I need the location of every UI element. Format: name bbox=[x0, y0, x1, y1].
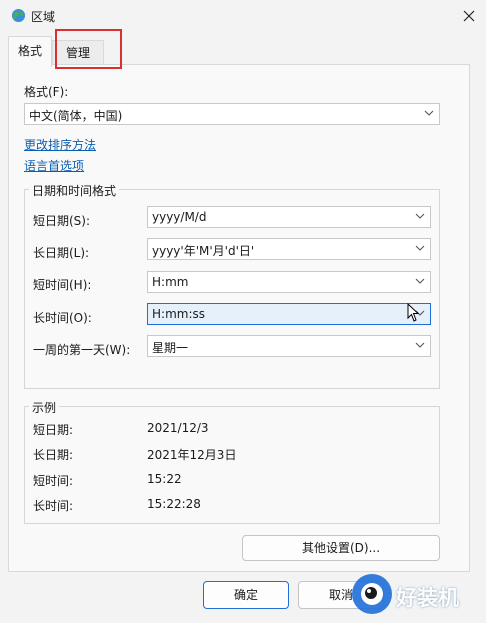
chevron-down-icon bbox=[415, 278, 425, 284]
example-long-time-value: 15:22:28 bbox=[147, 497, 201, 511]
long-time-select[interactable]: H:mm:ss bbox=[147, 303, 431, 325]
mouse-cursor-icon bbox=[407, 303, 420, 322]
example-short-time-label: 短时间: bbox=[33, 474, 74, 488]
chevron-down-icon bbox=[424, 110, 434, 116]
watermark-text: 好装机 bbox=[396, 586, 459, 610]
title-bar: 区域 bbox=[0, 0, 486, 32]
example-long-date-value: 2021年12月3日 bbox=[147, 448, 237, 462]
chevron-down-icon bbox=[415, 213, 425, 219]
first-day-value: 星期一 bbox=[152, 341, 189, 355]
example-short-time-value: 15:22 bbox=[147, 472, 182, 486]
tab-format[interactable]: 格式 bbox=[8, 36, 52, 67]
short-date-select[interactable]: yyyy/M/d bbox=[147, 206, 431, 228]
change-sort-link[interactable]: 更改排序方法 bbox=[24, 136, 96, 153]
long-time-label: 长时间(O): bbox=[33, 311, 92, 325]
long-date-select[interactable]: yyyy'年'M'月'd'日' bbox=[147, 238, 431, 260]
format-select[interactable]: 中文(简体，中国) bbox=[24, 103, 440, 125]
long-date-label: 长日期(L): bbox=[33, 246, 90, 260]
datetime-group-title: 日期和时间格式 bbox=[29, 182, 120, 199]
watermark-logo: 好装机 bbox=[350, 568, 484, 620]
format-label: 格式(F): bbox=[24, 85, 69, 99]
example-short-date-label: 短日期: bbox=[33, 423, 74, 437]
close-icon bbox=[463, 10, 475, 22]
ok-button[interactable]: 确定 bbox=[203, 581, 289, 609]
short-date-label: 短日期(S): bbox=[33, 214, 91, 228]
language-preferences-link[interactable]: 语言首选项 bbox=[24, 157, 84, 174]
first-day-label: 一周的第一天(W): bbox=[33, 343, 131, 357]
additional-settings-button[interactable]: 其他设置(D)... bbox=[242, 535, 440, 561]
chevron-down-icon bbox=[415, 342, 425, 348]
examples-group-title: 示例 bbox=[29, 399, 60, 416]
long-date-value: yyyy'年'M'月'd'日' bbox=[152, 244, 255, 258]
chevron-down-icon bbox=[415, 245, 425, 251]
example-long-time-label: 长时间: bbox=[33, 499, 74, 513]
first-day-select[interactable]: 星期一 bbox=[147, 335, 431, 357]
example-long-date-label: 长日期: bbox=[33, 448, 74, 462]
short-time-value: H:mm bbox=[152, 275, 189, 289]
short-time-select[interactable]: H:mm bbox=[147, 271, 431, 293]
short-time-label: 短时间(H): bbox=[33, 278, 92, 292]
examples-group bbox=[24, 406, 440, 524]
window-title: 区域 bbox=[31, 10, 56, 24]
example-short-date-value: 2021/12/3 bbox=[147, 421, 209, 435]
close-button[interactable] bbox=[452, 0, 486, 32]
highlight-box bbox=[55, 29, 122, 69]
short-date-value: yyyy/M/d bbox=[152, 210, 207, 224]
globe-icon bbox=[11, 8, 26, 23]
format-value: 中文(简体，中国) bbox=[29, 109, 123, 123]
long-time-value: H:mm:ss bbox=[152, 307, 205, 321]
